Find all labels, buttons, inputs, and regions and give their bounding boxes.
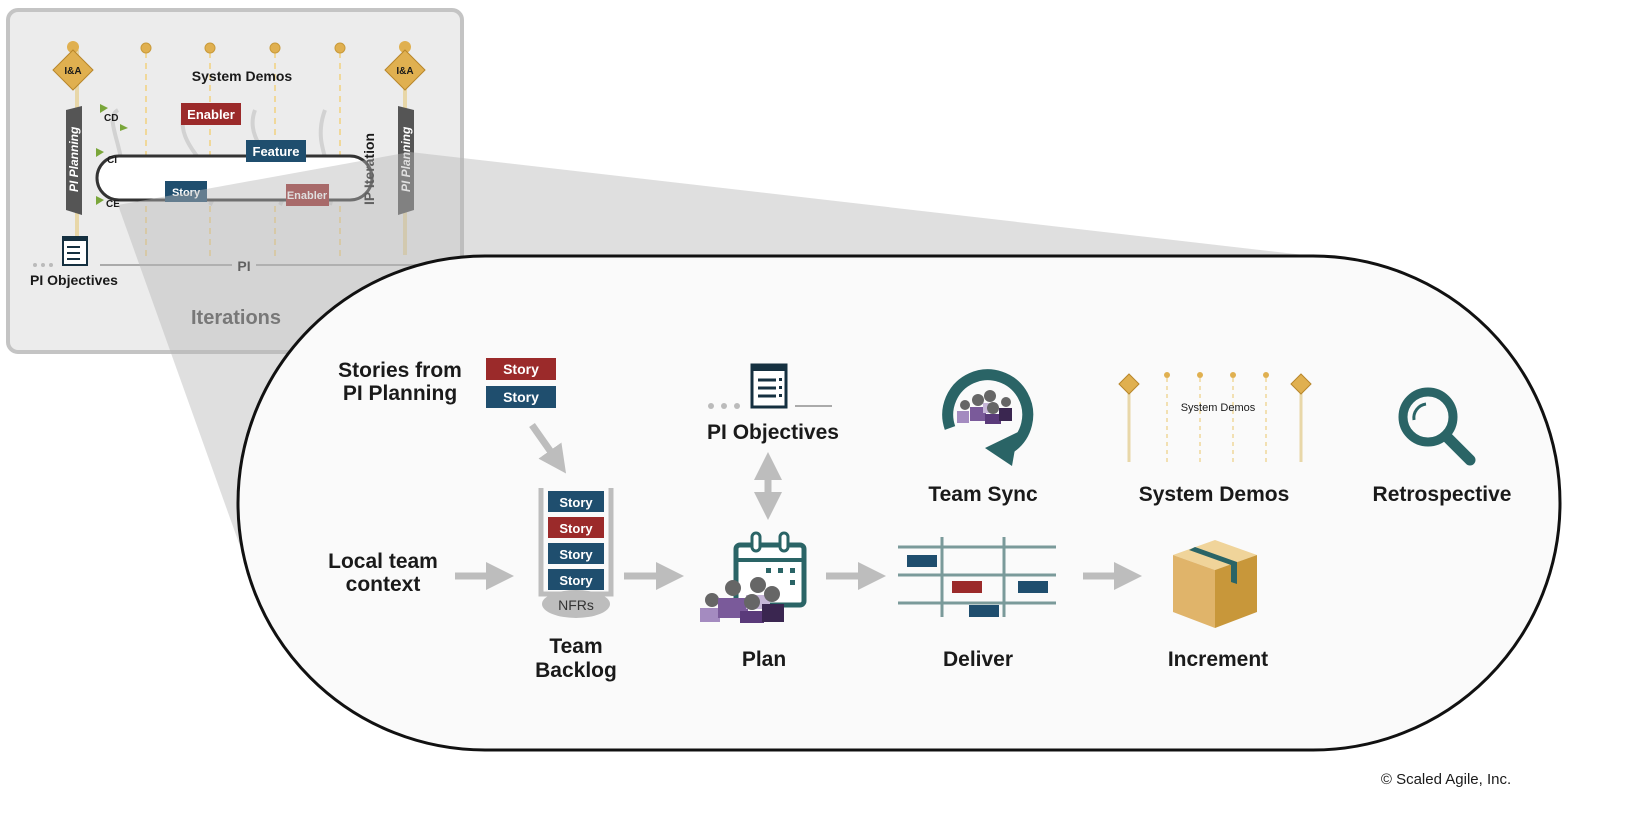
svg-text:PI Objectives: PI Objectives <box>707 421 839 444</box>
svg-text:PI Planning: PI Planning <box>67 126 81 192</box>
svg-text:Feature: Feature <box>253 144 300 159</box>
svg-text:Retrospective: Retrospective <box>1373 483 1512 506</box>
svg-text:Story: Story <box>559 521 593 536</box>
team-backlog-icon: NFRs Story Story Story Story <box>538 488 614 618</box>
svg-text:Story: Story <box>503 361 539 377</box>
team-iteration-diagram: I&A I&A PI Planning PI Planning System D… <box>6 8 1562 788</box>
svg-text:Enabler: Enabler <box>187 107 235 122</box>
svg-text:CD: CD <box>104 113 118 124</box>
copyright: © Scaled Agile, Inc. <box>1381 771 1511 788</box>
iteration-detail-pill <box>236 254 1562 752</box>
svg-text:context: context <box>346 573 421 596</box>
svg-text:System Demos: System Demos <box>1139 483 1290 506</box>
svg-text:PI Planning: PI Planning <box>343 382 457 405</box>
svg-text:CI: CI <box>107 155 117 166</box>
svg-text:Deliver: Deliver <box>943 648 1013 671</box>
svg-text:Story: Story <box>559 547 593 562</box>
svg-text:I&A: I&A <box>64 66 81 77</box>
increment-box-icon <box>1173 540 1257 628</box>
svg-text:Stories from: Stories from <box>338 359 462 382</box>
svg-text:System Demos: System Demos <box>1181 402 1256 414</box>
svg-text:Team Sync: Team Sync <box>928 483 1038 506</box>
svg-text:NFRs: NFRs <box>558 597 594 613</box>
svg-text:Story: Story <box>559 495 593 510</box>
svg-text:Team: Team <box>549 635 602 658</box>
svg-text:Backlog: Backlog <box>535 659 617 682</box>
svg-text:Local team: Local team <box>328 550 438 573</box>
svg-text:Plan: Plan <box>742 648 786 671</box>
svg-text:I&A: I&A <box>396 66 413 77</box>
svg-text:Story: Story <box>559 573 593 588</box>
svg-text:PI Objectives: PI Objectives <box>30 272 118 288</box>
svg-text:Story: Story <box>503 389 539 405</box>
svg-text:CE: CE <box>106 199 120 210</box>
svg-text:Increment: Increment <box>1168 648 1268 671</box>
pi-objectives-icon <box>62 236 88 266</box>
svg-text:System Demos: System Demos <box>192 68 293 84</box>
